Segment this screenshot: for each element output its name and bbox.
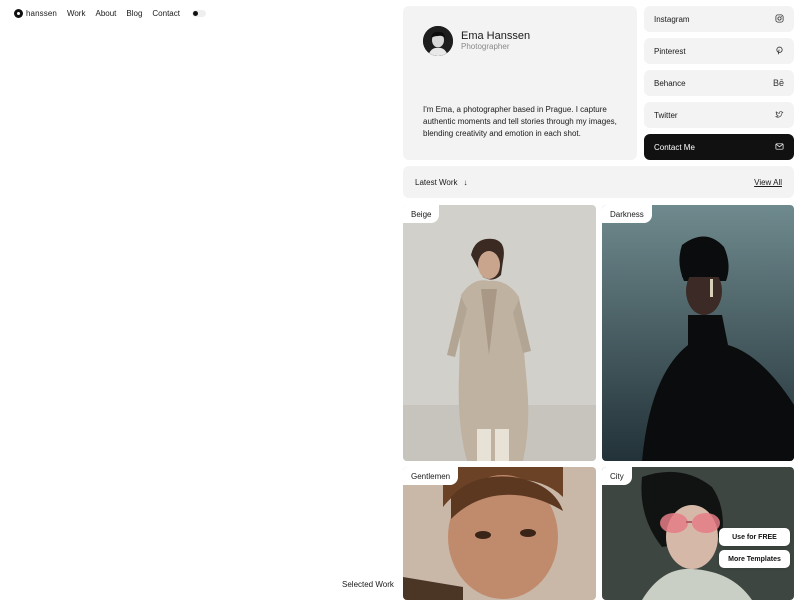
pinterest-label: Pinterest [654,46,686,56]
contact-me-label: Contact Me [654,142,695,152]
latest-work-heading: Latest Work ↓ [415,178,468,187]
selected-work-label: Selected Work [342,580,394,589]
photo-gentlemen [403,467,596,600]
tile-label-beige: Beige [403,205,440,223]
mail-icon [775,142,784,153]
arrow-down-icon: ↓ [463,177,468,187]
instagram-icon [775,13,784,25]
twitter-button[interactable]: Twitter [644,102,794,128]
more-templates-button[interactable]: More Templates [719,550,790,568]
tile-label-city: City [602,467,632,485]
contact-me-button[interactable]: Contact Me [644,134,794,160]
toggle-knob [192,10,198,16]
instagram-label: Instagram [654,14,690,24]
photo-beige [403,205,596,461]
brand-logo[interactable]: hanssen [14,8,57,18]
pinterest-button[interactable]: Pinterest [644,38,794,64]
use-for-free-button[interactable]: Use for FREE [719,528,790,546]
behance-icon: Bē [772,77,784,88]
photo-darkness [602,205,794,461]
logo-icon [14,8,23,18]
profile-bio: I'm Ema, a photographer based in Prague.… [423,105,617,138]
nav-link-work[interactable]: Work [67,9,86,18]
tile-label-gentlemen: Gentlemen [403,467,459,485]
gallery-tile-gentlemen[interactable]: Gentlemen [403,467,596,600]
nav-link-about[interactable]: About [95,9,116,18]
avatar-portrait [423,26,453,56]
profile-name: Ema Hanssen [461,30,531,42]
twitter-icon [774,110,784,121]
top-nav: hanssen Work About Blog Contact [14,8,206,18]
brand-name: hanssen [26,8,57,18]
gallery-tile-darkness[interactable]: Darkness [602,205,794,461]
behance-button[interactable]: Behance Bē [644,70,794,96]
instagram-button[interactable]: Instagram [644,6,794,32]
pinterest-icon [775,46,784,57]
profile-card: Ema Hanssen Photographer I'm Ema, a phot… [403,6,637,160]
latest-work-bar: Latest Work ↓ View All [403,166,794,198]
gallery-tile-beige[interactable]: Beige [403,205,596,461]
tile-label-darkness: Darkness [602,205,652,223]
nav-link-blog[interactable]: Blog [126,9,142,18]
twitter-label: Twitter [654,110,678,120]
view-all-link[interactable]: View All [754,178,782,187]
nav-link-contact[interactable]: Contact [152,9,180,18]
latest-work-label: Latest Work [415,177,458,187]
behance-label: Behance [654,78,686,88]
theme-toggle[interactable] [191,9,206,17]
avatar [423,26,453,56]
profile-role: Photographer [461,42,510,51]
